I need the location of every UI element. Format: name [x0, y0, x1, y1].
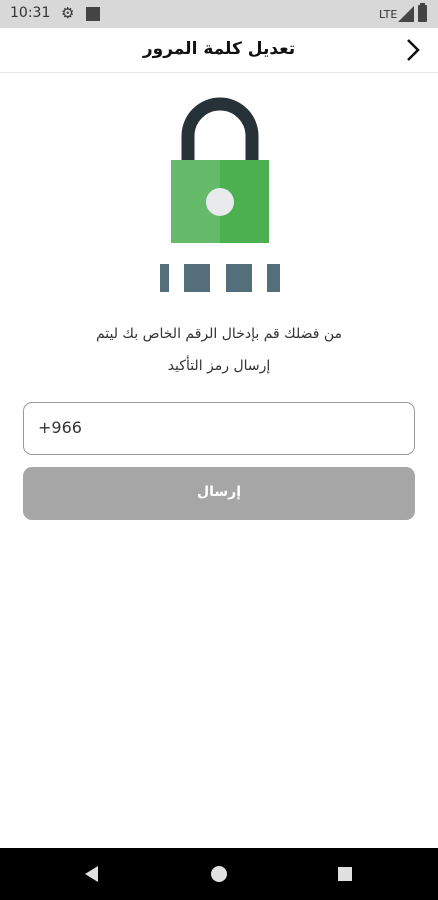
notification-square-icon	[86, 7, 100, 21]
system-nav-bar	[0, 848, 438, 900]
code-box	[226, 264, 252, 292]
gear-icon: ⚙	[61, 4, 75, 22]
code-box	[160, 264, 169, 292]
instruction-text: من فضلك قم بإدخال الرقم الخاص بك ليتم إر…	[40, 318, 398, 382]
signal-icon	[398, 6, 414, 22]
instruction-line-2: إرسال رمز التأكيد	[167, 358, 271, 374]
phone-input-value: +966	[38, 418, 82, 437]
back-button[interactable]	[396, 34, 432, 66]
home-circle-icon[interactable]	[207, 862, 231, 886]
instruction-line-1: من فضلك قم بإدخال الرقم الخاص بك ليتم	[95, 326, 343, 342]
back-triangle-icon[interactable]	[80, 862, 104, 886]
status-bar: 10:31 ⚙ LTE	[0, 0, 438, 28]
send-button[interactable]: إرسال	[23, 467, 415, 520]
code-box	[267, 264, 280, 292]
recents-square-icon[interactable]	[333, 862, 357, 886]
phone-input[interactable]: +966	[23, 402, 415, 455]
page-title: تعديل كلمة المرور	[142, 39, 296, 59]
app-header: تعديل كلمة المرور	[0, 28, 438, 73]
padlock-illustration	[160, 97, 280, 292]
code-box	[184, 264, 210, 292]
network-type: LTE	[379, 8, 398, 21]
status-time: 10:31	[10, 5, 51, 21]
send-button-label: إرسال	[196, 484, 242, 500]
padlock-icon	[171, 97, 269, 243]
chevron-right-icon	[407, 39, 420, 61]
battery-icon	[418, 3, 427, 22]
